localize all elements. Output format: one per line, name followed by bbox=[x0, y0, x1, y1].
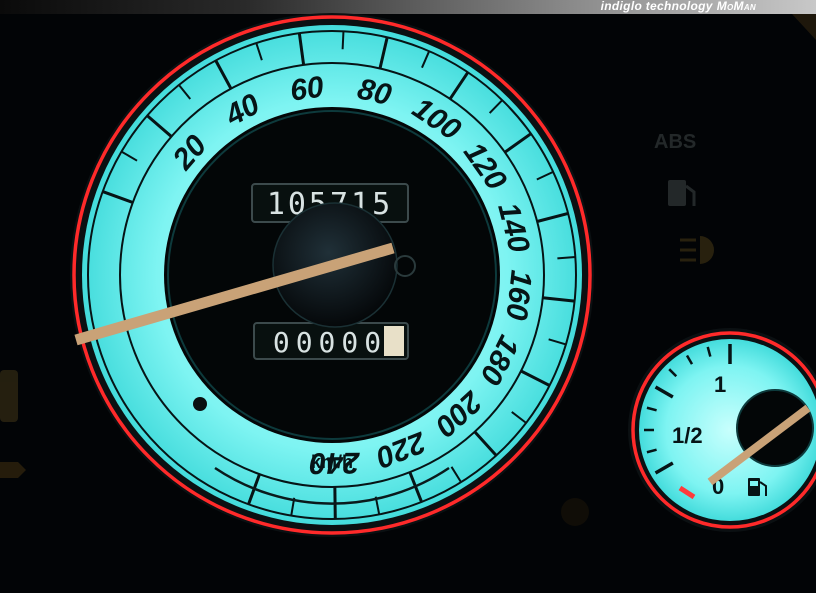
speed-tick bbox=[341, 31, 345, 50]
background-knob bbox=[561, 498, 589, 526]
speed-tick bbox=[557, 256, 576, 260]
speedometer: 20406080100120140160180200220240 km/h 10… bbox=[70, 13, 594, 537]
fuel-full-label: 1 bbox=[714, 372, 726, 397]
speed-label: 60 bbox=[288, 70, 326, 107]
trip-value: 00000 bbox=[273, 326, 387, 359]
trip-meter: 00000 bbox=[253, 322, 409, 360]
dial-dot bbox=[193, 397, 207, 411]
fuel-gauge: 1 1/2 0 bbox=[628, 328, 816, 532]
corner-reflection bbox=[792, 14, 816, 40]
instrument-cluster: 20406080100120140160180200220240 km/h 10… bbox=[0, 13, 816, 537]
headlight-icon bbox=[680, 236, 714, 264]
fuel-pump-icon bbox=[668, 180, 696, 206]
speed-label: 160 bbox=[499, 268, 537, 322]
fuel-half-label: 1/2 bbox=[672, 423, 703, 448]
unit-label: km/h bbox=[311, 452, 353, 472]
abs-warning-label: ABS bbox=[654, 131, 696, 153]
door-open-icon bbox=[0, 370, 18, 422]
oil-can-icon bbox=[0, 462, 26, 478]
